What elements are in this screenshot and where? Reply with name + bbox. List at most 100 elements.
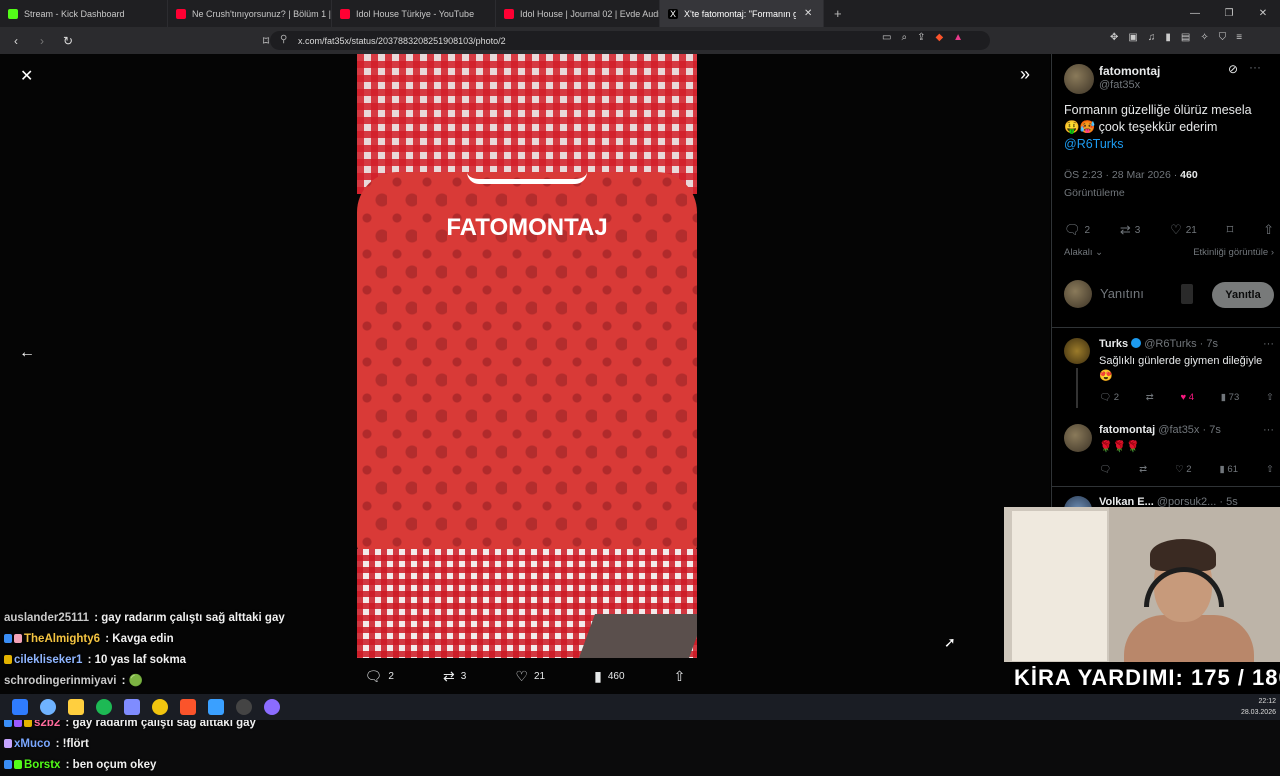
more-options-icon[interactable]: ··· xyxy=(1263,338,1274,350)
reply-submit-button[interactable]: Yanıtla xyxy=(1212,282,1274,308)
tab-youtube-crush[interactable]: Ne Crush'tınıyorsunuz? | Bölüm 1 | @ xyxy=(168,0,332,27)
bookmark-button[interactable]: ⌑ xyxy=(1227,222,1234,238)
forward-icon[interactable]: › xyxy=(32,34,52,48)
expand-panel-icon[interactable]: » xyxy=(1020,64,1030,85)
like-button[interactable]: ♥ 4 xyxy=(1180,392,1194,403)
views-button[interactable]: ▮ 61 xyxy=(1220,464,1238,475)
previous-photo-icon[interactable]: ← xyxy=(19,344,35,362)
close-icon[interactable]: ✕ xyxy=(20,66,33,86)
views-button[interactable]: ▮ 460 xyxy=(594,668,624,685)
reply-author[interactable]: Turks xyxy=(1099,338,1128,350)
youtube-icon xyxy=(340,8,350,19)
obs-icon[interactable] xyxy=(236,699,252,715)
avatar[interactable] xyxy=(1064,338,1090,364)
leo-ai-icon[interactable]: ✧ xyxy=(1200,32,1208,43)
like-button[interactable]: ♡ 21 xyxy=(515,668,545,685)
reply-author[interactable]: fatomontaj xyxy=(1099,424,1155,436)
calculator-icon[interactable] xyxy=(124,699,140,715)
chat-badge-icon xyxy=(4,760,12,769)
mention-link[interactable]: @R6Turks xyxy=(1064,136,1274,153)
more-options-icon[interactable]: ··· xyxy=(1249,60,1261,74)
reply-item[interactable]: fatomontaj @fat35x · 7s ··· 🌹🌹🌹 🗨 ⇄ ♡ 2 … xyxy=(1064,424,1274,484)
media-icon[interactable]: ♫ xyxy=(1148,32,1156,43)
share-icon[interactable]: ⇧ xyxy=(1266,392,1274,403)
related-sort-dropdown[interactable]: Alakalı ⌄ xyxy=(1064,247,1103,258)
post-timestamp[interactable]: ÖS 2:23 · 28 Mar 2026 · xyxy=(1064,169,1180,181)
post-author-name[interactable]: fatomontaj xyxy=(1099,64,1160,78)
cast-icon[interactable]: ▭ xyxy=(882,32,891,43)
share-button[interactable]: ⇧ xyxy=(1263,222,1274,238)
views-button[interactable]: ▮ 73 xyxy=(1221,392,1239,403)
maximize-icon[interactable]: ❐ xyxy=(1212,8,1246,19)
tab-idol-house-youtube[interactable]: Idol House Türkiye - YouTube xyxy=(332,0,496,27)
view-count: 61 xyxy=(1227,464,1238,475)
close-tab-icon[interactable]: ✕ xyxy=(804,8,812,19)
reply-button[interactable]: 🗨 2 xyxy=(1099,392,1119,403)
vpn-icon[interactable]: ⛉ xyxy=(1219,32,1227,43)
minimize-icon[interactable]: — xyxy=(1178,8,1212,19)
zoom-icon[interactable]: ⌕ xyxy=(901,32,907,43)
close-window-icon[interactable]: ✕ xyxy=(1246,8,1280,19)
chat-separator: : xyxy=(84,654,95,666)
tab-x-post[interactable]: X X'te fatomontaj: "Formanın güze ✕ xyxy=(660,0,824,27)
share-icon[interactable]: ⇧ xyxy=(1266,464,1274,475)
tab-kick-dashboard[interactable]: Stream - Kick Dashboard xyxy=(0,0,168,27)
heart-icon: ♡ xyxy=(1170,222,1182,237)
discord-icon[interactable] xyxy=(264,699,280,715)
windows-start-icon[interactable] xyxy=(12,699,28,715)
tab-idol-house-journal[interactable]: Idol House | Journal 02 | Evde Auditi xyxy=(496,0,660,27)
view-activity-link[interactable]: Etkinliği görüntüle › xyxy=(1193,247,1274,258)
post-photo[interactable]: FATOMONTAJ xyxy=(357,54,697,658)
share-button[interactable]: ⇧ xyxy=(674,668,686,685)
spotify-icon[interactable] xyxy=(96,699,112,715)
screenshot-icon[interactable]: ▣ xyxy=(1128,32,1137,43)
avatar[interactable] xyxy=(1064,424,1092,452)
sidebar-icon[interactable]: ▮ xyxy=(1165,32,1171,43)
like-button[interactable]: ♡ 2 xyxy=(1175,464,1191,475)
app-icon[interactable] xyxy=(208,699,224,715)
rent-goal-counter: KİRA YARDIMI: 175 / 180 xyxy=(1010,662,1280,694)
file-explorer-icon[interactable] xyxy=(68,699,84,715)
tab-title: X'te fatomontaj: "Formanın güze xyxy=(684,8,796,19)
avatar[interactable] xyxy=(1064,64,1094,94)
reload-icon[interactable]: ↻ xyxy=(58,34,78,48)
chevron-down-icon: ⌄ xyxy=(1095,247,1104,258)
chrome-icon[interactable] xyxy=(152,699,168,715)
reply-button[interactable]: 🗨 xyxy=(1099,464,1111,475)
share-icon[interactable]: ⇪ xyxy=(917,32,925,43)
reply-item[interactable]: Turks @R6Turks · 7s ··· Sağlıklı günlerd… xyxy=(1064,338,1274,418)
grok-icon[interactable]: ⊘ xyxy=(1228,62,1238,76)
search-icon[interactable] xyxy=(40,699,56,715)
reply-handle[interactable]: @R6Turks · 7s xyxy=(1144,338,1218,350)
more-options-icon[interactable]: ··· xyxy=(1263,424,1274,436)
chat-username: xMuco xyxy=(14,738,51,750)
clock-date: 28.03.2026 xyxy=(1240,709,1276,716)
brave-shield-icon[interactable]: ◆ xyxy=(935,32,943,43)
new-tab-icon[interactable]: + xyxy=(834,6,842,21)
wallet-icon[interactable]: ▤ xyxy=(1181,32,1190,43)
like-button[interactable]: ♡ 21 xyxy=(1170,222,1197,238)
jersey-collar xyxy=(467,172,587,184)
back-icon[interactable]: ‹ xyxy=(6,34,26,48)
repost-button[interactable]: ⇄ xyxy=(1139,464,1147,475)
brave-rewards-icon[interactable]: ▲ xyxy=(953,32,963,43)
site-info-icon[interactable]: ⚲ xyxy=(280,34,287,45)
reply-handle[interactable]: @fat35x · 7s xyxy=(1158,424,1221,436)
post-author-handle[interactable]: @fat35x xyxy=(1099,79,1140,91)
tab-title: Idol House | Journal 02 | Evde Auditi xyxy=(520,8,660,19)
system-clock[interactable]: 22:12 28.03.2026 xyxy=(1241,696,1276,718)
reply-button[interactable]: 🗨 2 xyxy=(1064,222,1090,238)
chat-message: Borstx : ben oçum okey xyxy=(4,755,344,776)
post-text: Formanın güzelliğe ölürüz mesela 🤑🥵 çook… xyxy=(1064,102,1274,153)
repost-button[interactable]: ⇄ 3 xyxy=(443,668,466,685)
divider xyxy=(1052,486,1280,487)
brave-icon[interactable] xyxy=(180,699,196,715)
emoji-picker-icon[interactable] xyxy=(1181,284,1193,304)
reply-input[interactable]: Yanıtını xyxy=(1100,286,1144,301)
stream-chat-overlay: auslander25111 : gay radarım çalıştı sağ… xyxy=(4,608,344,776)
extensions-icon[interactable]: ✥ xyxy=(1110,32,1118,43)
reply-button[interactable]: 🗨 2 xyxy=(365,668,394,685)
repost-button[interactable]: ⇄ 3 xyxy=(1120,222,1140,238)
menu-icon[interactable]: ≡ xyxy=(1236,32,1242,43)
repost-button[interactable]: ⇄ xyxy=(1146,392,1154,403)
